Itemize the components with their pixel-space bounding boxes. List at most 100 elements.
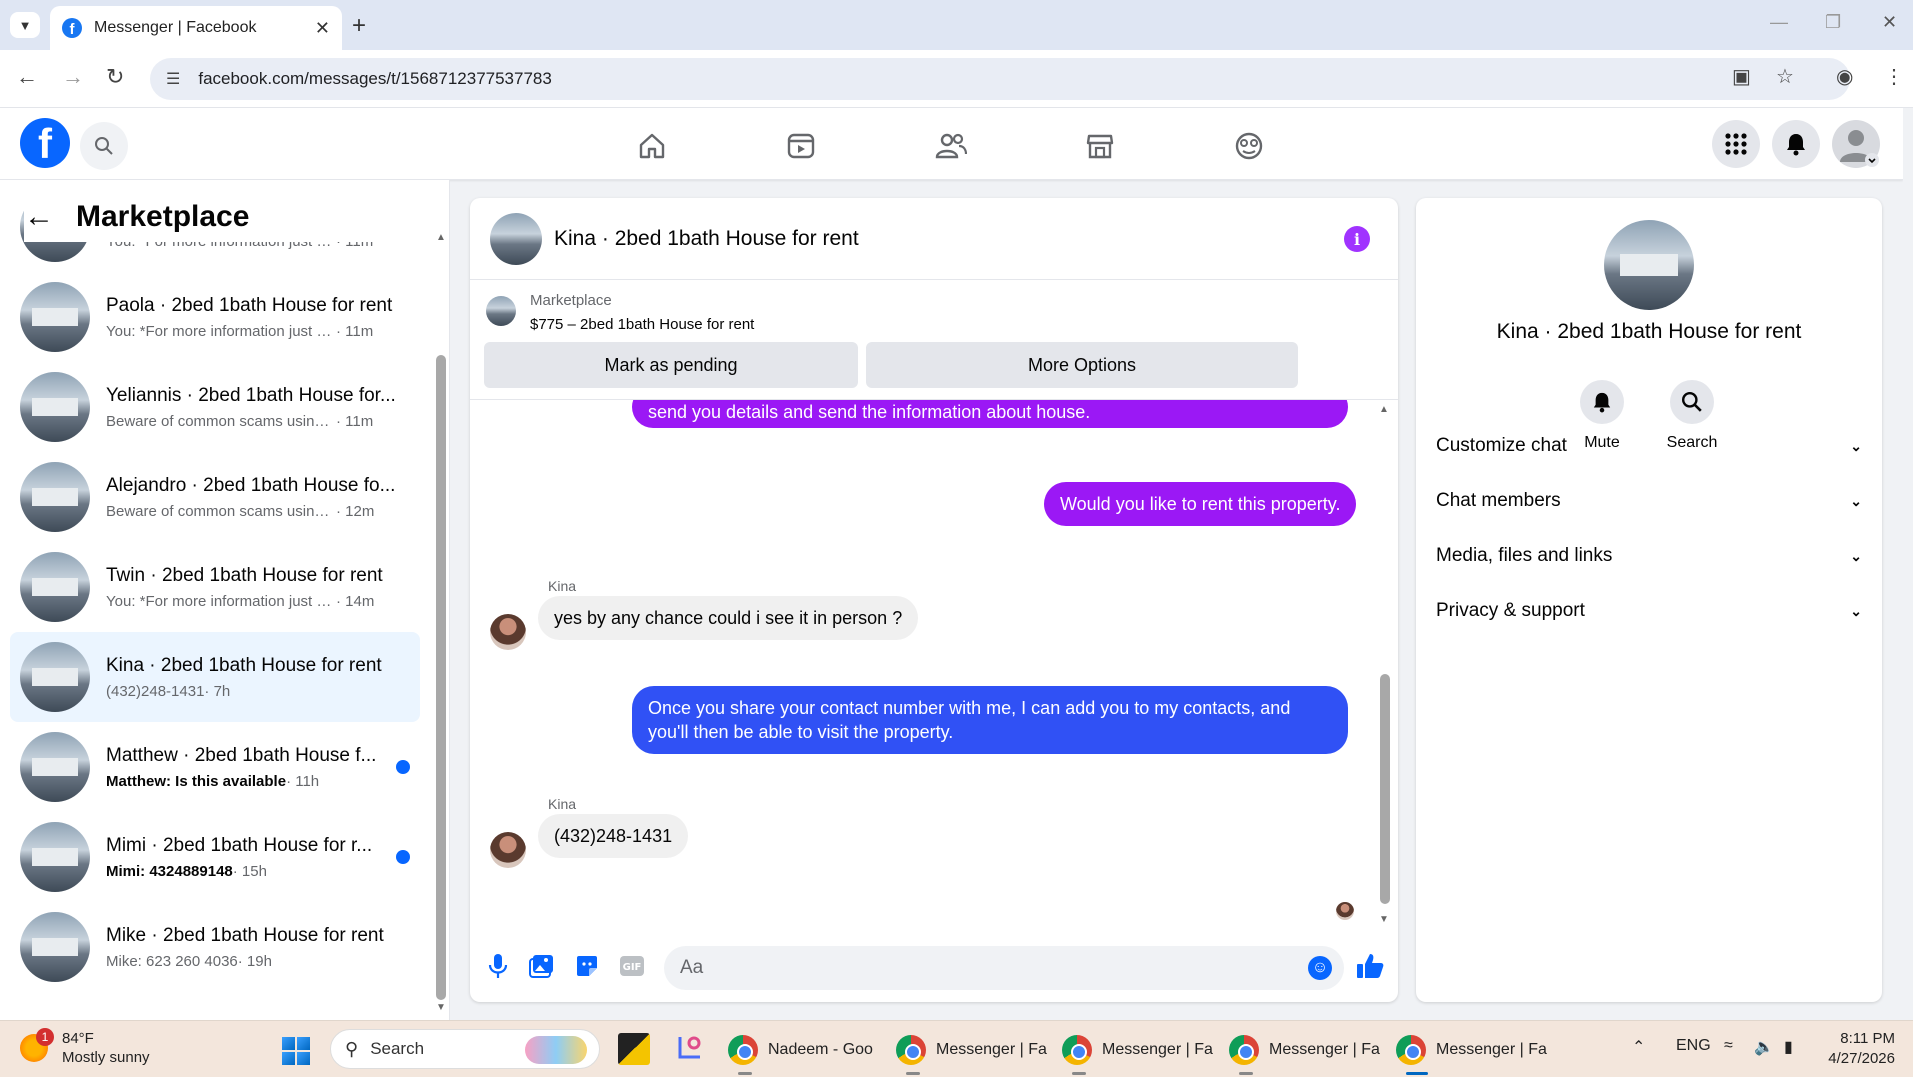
chrome-icon — [896, 1035, 926, 1065]
url-bar[interactable]: ☰ facebook.com/messages/t/15687123775377… — [150, 58, 1850, 100]
browser-menu-icon[interactable]: ⋮ — [1884, 64, 1904, 89]
conversation-snippet: Mike: 623 260 4036 · 19h — [106, 952, 272, 970]
message-outgoing[interactable]: send you details and send the informatio… — [632, 400, 1348, 428]
conversation-list-scrollbar[interactable]: ▲ ▼ — [436, 232, 446, 1013]
video-icon[interactable] — [783, 128, 819, 164]
conversation-avatar — [20, 642, 90, 712]
taskbar-search[interactable]: ⚲ Search — [330, 1029, 600, 1069]
weather-widget[interactable]: 1 84°F Mostly sunny — [20, 1028, 150, 1067]
chevron-down-icon: ⌄ — [1850, 492, 1862, 509]
url-text[interactable]: facebook.com/messages/t/1568712377537783 — [198, 69, 551, 89]
message-incoming[interactable]: (432)248-1431 — [538, 814, 689, 858]
sticky-notes-icon[interactable] — [618, 1033, 650, 1065]
close-tab-icon[interactable]: ✕ — [315, 18, 330, 39]
conversation-item[interactable]: Twin · 2bed 1bath House for rent You: *Fo… — [10, 542, 420, 632]
search-facebook-button[interactable] — [80, 122, 128, 170]
facebook-logo-icon[interactable]: f — [20, 118, 70, 168]
like-thumb-icon[interactable] — [1356, 952, 1384, 980]
site-info-icon[interactable]: ☰ — [166, 69, 180, 89]
conversation-list-panel: ← Marketplace Honey · 2bed 1bath House f… — [0, 180, 450, 1020]
unread-dot — [396, 850, 410, 864]
account-avatar[interactable] — [1832, 120, 1880, 168]
system-clock[interactable]: 8:11 PM 4/27/2026 — [1800, 1029, 1895, 1069]
chrome-icon — [1062, 1035, 1092, 1065]
sender-avatar[interactable] — [490, 614, 526, 650]
taskbar-app-chrome-nadeem[interactable]: Nadeem - Goo — [728, 1031, 873, 1075]
browser-tab[interactable]: f Messenger | Facebook ✕ — [50, 6, 342, 50]
message-input-placeholder: Aa — [680, 957, 704, 978]
marketplace-listing-banner: Marketplace $775 – 2bed 1bath House for … — [470, 280, 1398, 400]
conversation-info-panel: Kina · 2bed 1bath House for rent Mute Se… — [1416, 198, 1882, 1002]
show-hidden-icons-icon[interactable]: ⌃ — [1632, 1037, 1645, 1057]
windows-taskbar: 1 84°F Mostly sunny ⚲ Search Nadeem - Go… — [0, 1020, 1913, 1077]
conversation-item[interactable]: Yeliannis · 2bed 1bath House for... Bewar… — [10, 362, 420, 452]
gaming-icon[interactable] — [1231, 128, 1267, 164]
home-icon[interactable] — [634, 128, 670, 164]
message-scrollbar[interactable]: ▲ ▼ — [1379, 404, 1390, 928]
taskbar-search-label: Search — [370, 1039, 425, 1058]
taskbar-app-messenger-3[interactable]: Messenger | Fa — [1229, 1031, 1380, 1075]
marketplace-icon[interactable] — [1082, 128, 1118, 164]
volume-icon[interactable]: 🔈 — [1754, 1037, 1774, 1057]
minimize-window-icon[interactable]: — — [1770, 12, 1788, 33]
menu-grid-button[interactable] — [1712, 120, 1760, 168]
conversation-item[interactable]: Mike · 2bed 1bath House for rent Mike: 62… — [10, 902, 420, 992]
microphone-icon[interactable] — [484, 952, 512, 980]
chat-avatar[interactable] — [490, 212, 542, 265]
sun-icon: 1 — [20, 1028, 54, 1062]
customize-chat-section[interactable]: Customize chat ⌄ — [1436, 424, 1862, 468]
listing-price[interactable]: $775 – 2bed 1bath House for rent — [530, 316, 754, 333]
tab-list-button[interactable]: ▼ — [10, 12, 40, 38]
conversation-item[interactable]: Paola · 2bed 1bath House for rent You: *F… — [10, 272, 420, 362]
restore-window-icon[interactable]: ❐ — [1825, 12, 1841, 33]
conversation-item[interactable]: Kina · 2bed 1bath House for rent (432)248… — [10, 632, 420, 722]
listing-thumbnail[interactable] — [486, 296, 516, 326]
chat-title[interactable]: Kina · 2bed 1bath House for rent — [554, 227, 859, 251]
page-scrollbar[interactable] — [1903, 108, 1913, 1020]
contact-avatar[interactable] — [1604, 220, 1694, 310]
new-tab-button[interactable]: + — [352, 12, 366, 40]
mark-as-pending-button[interactable]: Mark as pending — [484, 342, 858, 388]
grid-icon — [1725, 133, 1747, 155]
conversation-name: Mimi · 2bed 1bath House for r... — [106, 834, 373, 856]
sticker-icon[interactable] — [573, 952, 601, 980]
taskbar-app-label: Nadeem - Goo — [768, 1041, 873, 1058]
conversation-info-icon[interactable]: i — [1344, 226, 1370, 252]
reload-icon[interactable]: ↻ — [106, 64, 124, 90]
taskbar-app-messenger-1[interactable]: Messenger | Fa — [896, 1031, 1047, 1075]
conversation-item[interactable]: Mimi · 2bed 1bath House for r... Mimi: 43… — [10, 812, 420, 902]
conversation-item[interactable]: Alejandro · 2bed 1bath House fo... Beware… — [10, 452, 420, 542]
wifi-icon[interactable]: ≈ — [1724, 1037, 1733, 1055]
message-incoming[interactable]: yes by any chance could i see it in pers… — [538, 596, 919, 640]
forward-icon[interactable]: → — [62, 64, 84, 90]
message-input[interactable]: Aa ☺ — [664, 946, 1344, 990]
gif-icon[interactable]: GIF — [618, 952, 646, 980]
photo-icon[interactable] — [528, 952, 556, 980]
sender-avatar[interactable] — [490, 832, 526, 868]
emoji-icon[interactable]: ☺ — [1308, 956, 1332, 980]
conversation-item[interactable]: Matthew · 2bed 1bath House f... Matthew: … — [10, 722, 420, 812]
conversation-name: Alejandro · 2bed 1bath House fo... — [106, 474, 396, 496]
friends-icon[interactable] — [933, 128, 969, 164]
snipping-tool-icon[interactable] — [674, 1033, 706, 1065]
windows-start-icon[interactable] — [282, 1037, 310, 1065]
message-outgoing[interactable]: Once you share your contact number with … — [632, 686, 1348, 754]
notifications-button[interactable] — [1772, 120, 1820, 168]
privacy-support-section[interactable]: Privacy & support ⌄ — [1436, 589, 1862, 633]
message-outgoing[interactable]: Would you like to rent this property. — [1044, 482, 1357, 526]
taskbar-app-messenger-2[interactable]: Messenger | Fa — [1062, 1031, 1213, 1075]
unread-dot — [396, 760, 410, 774]
profile-icon[interactable]: ◉ — [1836, 64, 1853, 89]
more-options-button[interactable]: More Options — [866, 342, 1298, 388]
back-arrow-icon[interactable]: ← — [24, 200, 54, 234]
seen-receipt-avatar — [1336, 902, 1354, 920]
battery-icon[interactable]: ▮ — [1784, 1037, 1793, 1057]
install-app-icon[interactable]: ▣ — [1732, 64, 1751, 89]
taskbar-app-messenger-4[interactable]: Messenger | Fa — [1396, 1031, 1547, 1075]
chat-members-section[interactable]: Chat members ⌄ — [1436, 479, 1862, 523]
media-files-links-section[interactable]: Media, files and links ⌄ — [1436, 534, 1862, 578]
close-window-icon[interactable]: ✕ — [1882, 12, 1897, 33]
bookmark-star-icon[interactable]: ☆ — [1776, 64, 1794, 89]
back-icon[interactable]: ← — [16, 64, 38, 90]
language-indicator[interactable]: ENG — [1676, 1037, 1711, 1055]
